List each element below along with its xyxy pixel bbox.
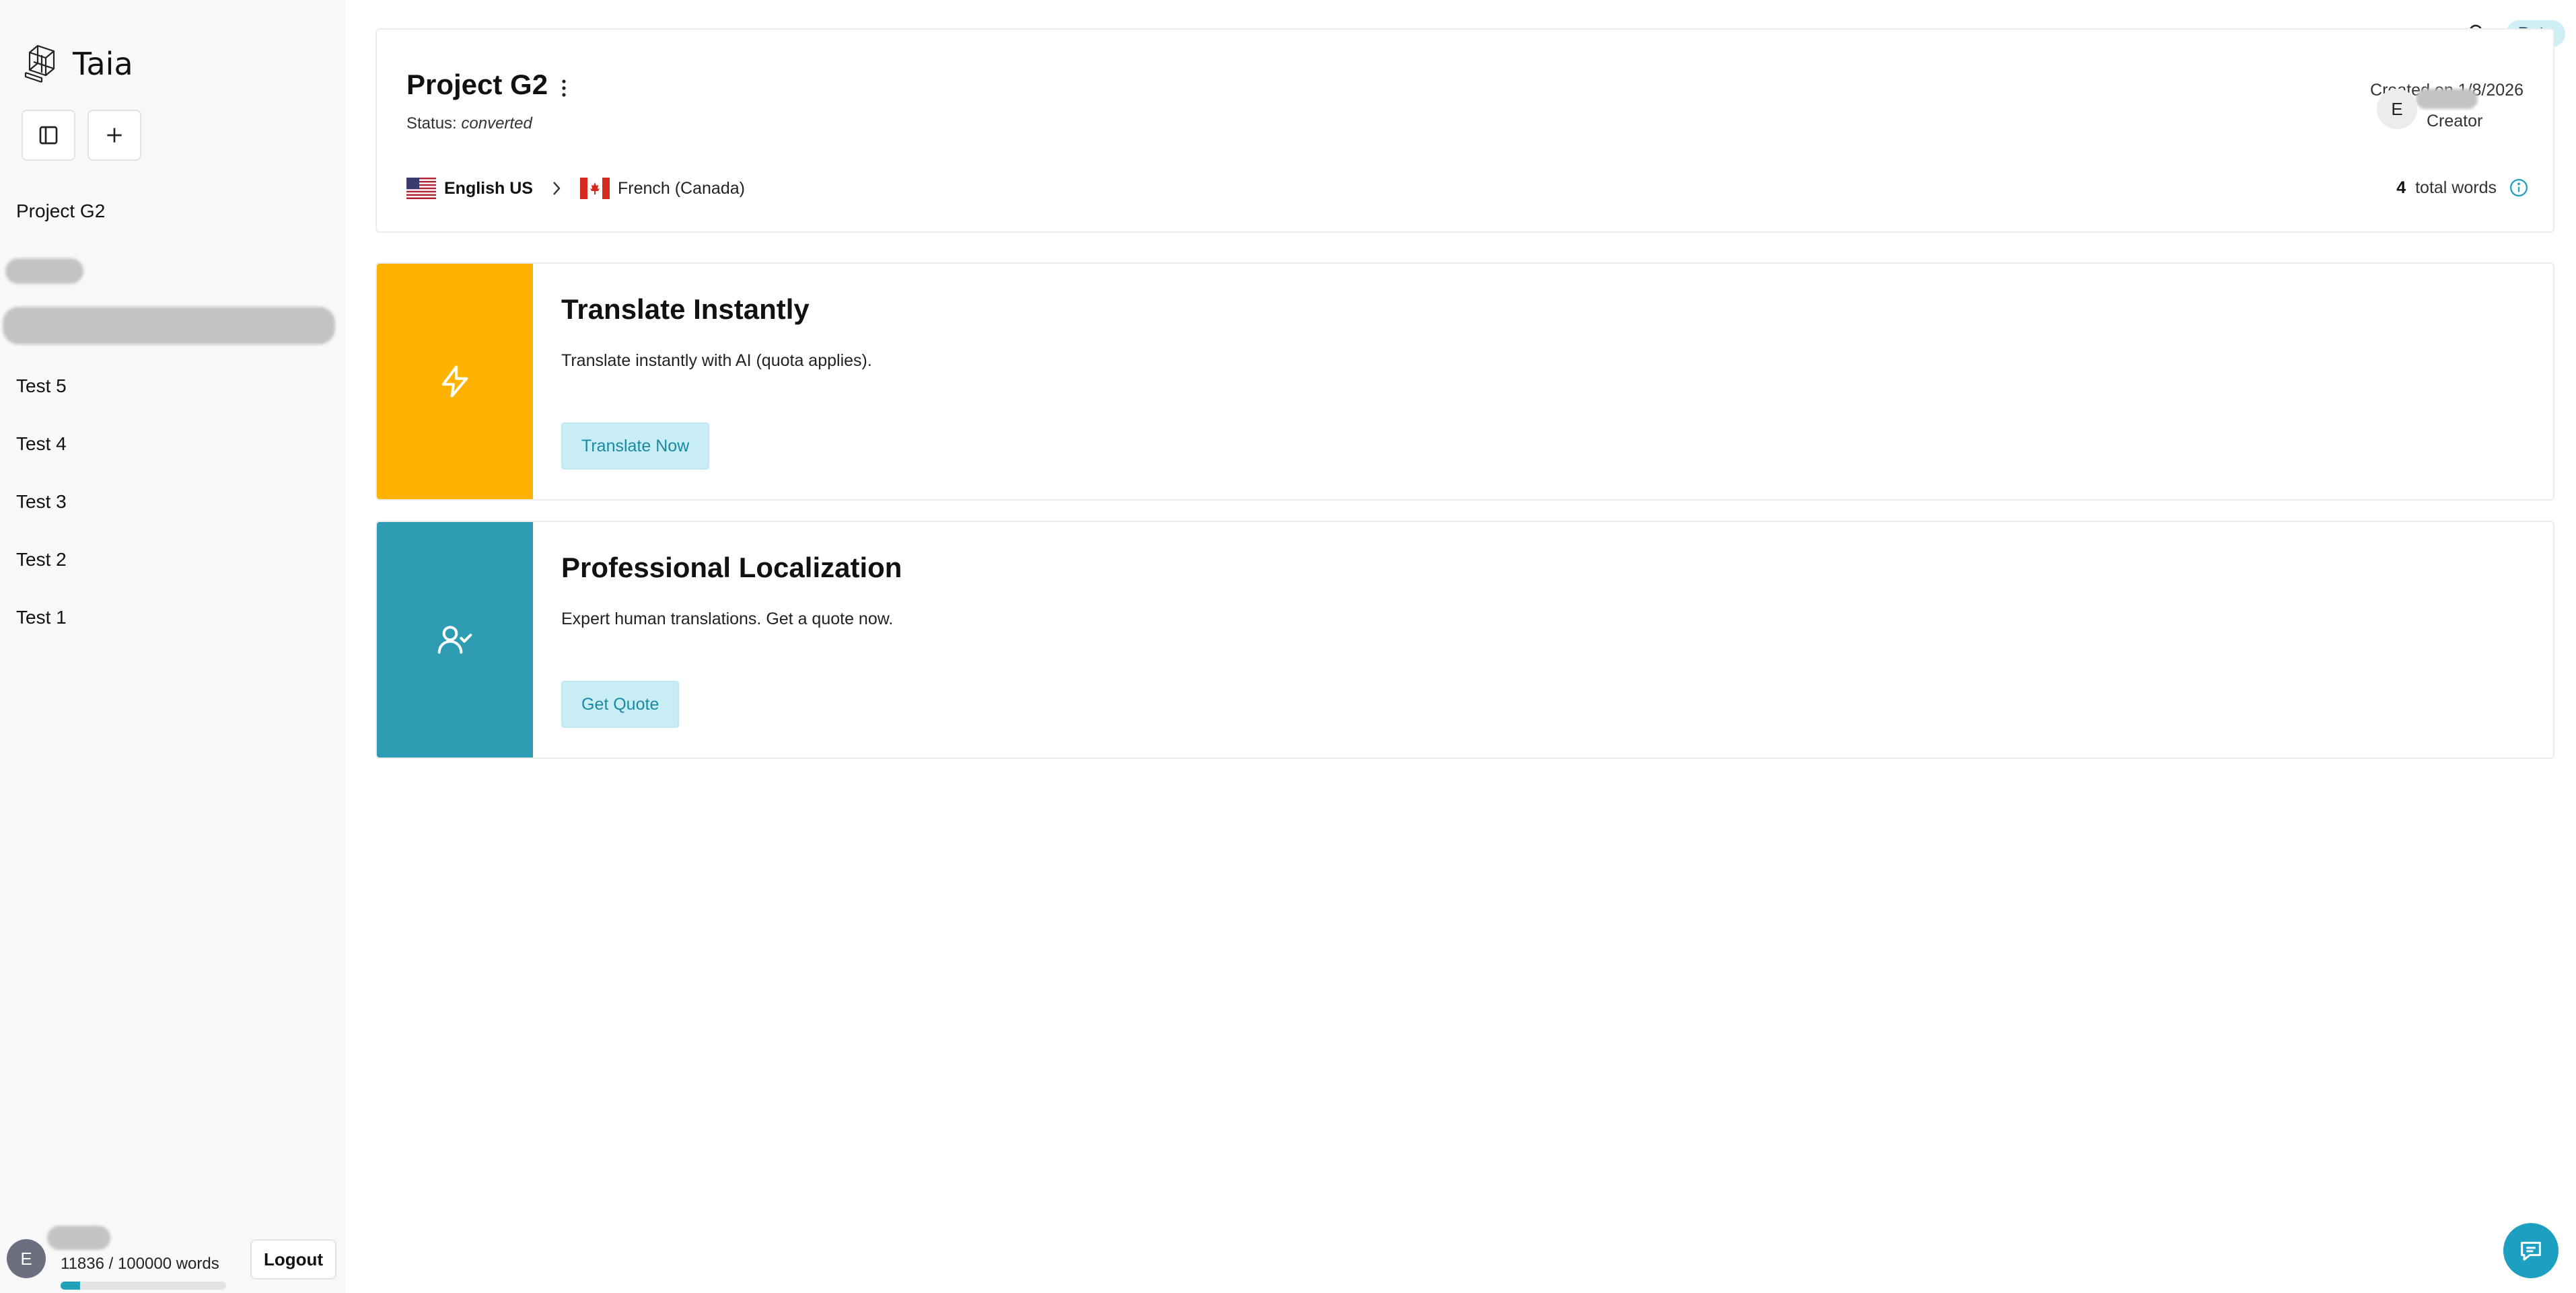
professional-localization-accent bbox=[377, 522, 533, 758]
word-count-label: total words bbox=[2415, 178, 2497, 197]
translate-instantly-card: Translate Instantly Translate instantly … bbox=[375, 262, 2554, 501]
us-flag-icon bbox=[406, 178, 436, 199]
option-description: Expert human translations. Get a quote n… bbox=[561, 609, 894, 628]
sidebar-item-test-3[interactable]: Test 3 bbox=[16, 491, 67, 513]
option-title: Professional Localization bbox=[561, 552, 902, 583]
page-title: Project G2 bbox=[406, 69, 548, 100]
brand[interactable]: Taia bbox=[24, 43, 133, 85]
chat-button[interactable] bbox=[2503, 1223, 2559, 1278]
redacted-item bbox=[3, 307, 335, 344]
sidebar-item-test-1[interactable]: Test 1 bbox=[16, 607, 67, 628]
lightning-icon bbox=[441, 365, 468, 398]
sidebar-toggle-icon bbox=[39, 126, 58, 145]
creator-avatar: E bbox=[2377, 89, 2417, 129]
redacted-username bbox=[47, 1226, 110, 1250]
language-pair: English US French (Canada) bbox=[406, 178, 745, 199]
source-language: English US bbox=[444, 178, 533, 198]
word-usage-text: 11836 / 100000 words bbox=[61, 1255, 219, 1273]
option-title: Translate Instantly bbox=[561, 293, 810, 325]
sidebar-item-test-4[interactable]: Test 4 bbox=[16, 433, 67, 455]
target-language: French (Canada) bbox=[617, 178, 745, 198]
translate-now-button[interactable]: Translate Now bbox=[561, 422, 710, 470]
redacted-item bbox=[5, 258, 83, 284]
project-header-card: Project G2 Status: converted English US … bbox=[375, 28, 2554, 233]
sidebar: Taia Project G2 Test 5 Test 4 Test 3 Tes… bbox=[0, 0, 346, 1293]
toggle-sidebar-button[interactable] bbox=[22, 110, 75, 161]
plus-icon bbox=[107, 128, 122, 143]
taia-logo-icon bbox=[24, 44, 55, 83]
option-description: Translate instantly with AI (quota appli… bbox=[561, 351, 872, 370]
kebab-menu-icon[interactable] bbox=[560, 78, 568, 98]
avatar[interactable]: E bbox=[7, 1239, 46, 1278]
new-project-button[interactable] bbox=[87, 110, 141, 161]
canada-flag-icon bbox=[579, 178, 610, 199]
word-usage-fill bbox=[61, 1282, 81, 1290]
info-icon[interactable] bbox=[2509, 178, 2529, 198]
sidebar-footer: E 11836 / 100000 words Logout bbox=[0, 1218, 346, 1293]
sidebar-item-project-g2[interactable]: Project G2 bbox=[16, 200, 105, 222]
status-value: converted bbox=[461, 114, 532, 133]
word-count: 4 total words bbox=[2396, 178, 2529, 198]
word-count-value: 4 bbox=[2396, 178, 2406, 197]
status-label: Status: bbox=[406, 114, 457, 133]
chevron-right-icon bbox=[553, 182, 561, 195]
professional-localization-card: Professional Localization Expert human t… bbox=[375, 521, 2554, 759]
user-check-icon bbox=[437, 626, 472, 654]
redacted-creator-name bbox=[2416, 89, 2478, 109]
get-quote-button[interactable]: Get Quote bbox=[561, 681, 680, 728]
sidebar-item-test-5[interactable]: Test 5 bbox=[16, 375, 67, 397]
logout-button[interactable]: Logout bbox=[250, 1239, 336, 1280]
translate-instantly-accent bbox=[377, 264, 533, 499]
sidebar-tools bbox=[22, 110, 141, 161]
chat-icon bbox=[2521, 1241, 2541, 1261]
word-usage-bar bbox=[61, 1282, 226, 1290]
sidebar-item-test-2[interactable]: Test 2 bbox=[16, 549, 67, 570]
project-status: Status: converted bbox=[406, 114, 532, 133]
app-name: Taia bbox=[73, 46, 133, 82]
creator-label: Creator bbox=[2427, 112, 2483, 131]
